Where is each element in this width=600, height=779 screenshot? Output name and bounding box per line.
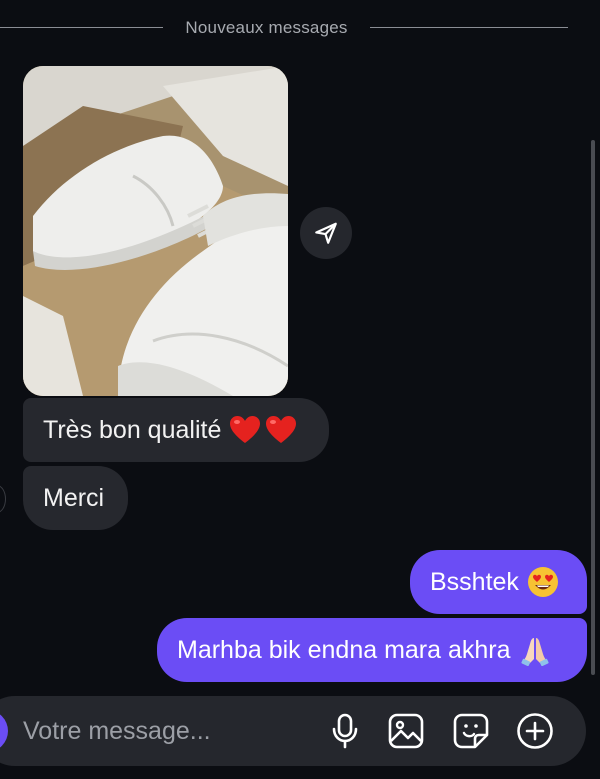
folded-hands-icon — [519, 634, 551, 666]
new-messages-divider: Nouveaux messages — [0, 14, 600, 42]
outgoing-message[interactable]: Marhba bik endna mara akhra — [157, 618, 587, 682]
sneaker-photo — [23, 66, 288, 396]
message-text: Merci — [43, 484, 105, 512]
more-options-button[interactable] — [515, 711, 555, 751]
incoming-message[interactable]: Merci — [23, 466, 128, 530]
plus-circle-icon — [517, 713, 553, 749]
message-text: Très bon qualité — [43, 416, 222, 444]
heart-eyes-emoji-icon — [527, 566, 559, 598]
outgoing-message[interactable]: Bsshtek — [410, 550, 587, 614]
paper-plane-icon — [315, 222, 337, 244]
divider-line-left — [0, 27, 163, 28]
red-heart-icon — [265, 415, 297, 445]
message-input[interactable] — [23, 712, 293, 750]
gallery-button[interactable] — [386, 711, 426, 751]
divider-line-right — [370, 27, 568, 28]
scrollbar[interactable] — [591, 140, 595, 675]
share-button[interactable] — [300, 207, 352, 259]
sticker-button[interactable] — [451, 711, 491, 751]
incoming-message[interactable]: Très bon qualité — [23, 398, 329, 462]
image-icon — [388, 713, 424, 749]
sticker-icon — [453, 713, 489, 749]
chat-screen: Nouveaux messages Très bon qualité Merci… — [0, 0, 600, 779]
message-composer — [0, 696, 586, 766]
divider-label: Nouveaux messages — [185, 18, 348, 37]
camera-button[interactable] — [0, 710, 8, 752]
avatar-edge — [0, 485, 6, 513]
microphone-button[interactable] — [325, 711, 365, 751]
message-text: Bsshtek — [430, 568, 519, 596]
photo-message[interactable] — [23, 66, 288, 396]
microphone-icon — [332, 713, 358, 749]
red-heart-icon — [229, 415, 261, 445]
message-text: Marhba bik endna mara akhra — [177, 636, 511, 664]
